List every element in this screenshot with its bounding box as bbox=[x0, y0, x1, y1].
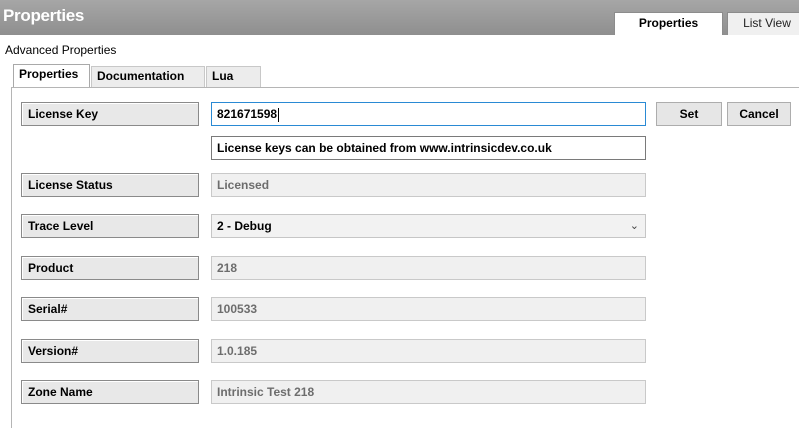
version-label: Version# bbox=[21, 339, 199, 363]
set-button[interactable]: Set bbox=[656, 102, 722, 126]
window-title: Properties bbox=[3, 6, 85, 25]
zone-name-field: Intrinsic Test 218 bbox=[211, 380, 646, 404]
product-label: Product bbox=[21, 256, 199, 280]
trace-level-select[interactable]: 2 - Debug ⌄ bbox=[211, 214, 646, 238]
serial-label: Serial# bbox=[21, 297, 199, 321]
trace-level-value: 2 - Debug bbox=[217, 219, 272, 233]
section-label: Advanced Properties bbox=[5, 43, 117, 57]
trace-level-label: Trace Level bbox=[21, 214, 199, 238]
title-bar: Properties Properties List View bbox=[0, 0, 799, 35]
tab-lua[interactable]: Lua bbox=[206, 66, 261, 87]
cancel-button[interactable]: Cancel bbox=[727, 102, 791, 126]
tab-strip: Properties Documentation Lua bbox=[0, 64, 799, 87]
license-status-field: Licensed bbox=[211, 173, 646, 197]
license-hint-text: License keys can be obtained from www.in… bbox=[211, 136, 646, 160]
license-key-label: License Key bbox=[21, 102, 199, 126]
license-key-value: 821671598 bbox=[217, 107, 278, 121]
view-tab-list-view[interactable]: List View bbox=[727, 12, 799, 35]
license-status-label: License Status bbox=[21, 173, 199, 197]
zone-name-label: Zone Name bbox=[21, 380, 199, 404]
tab-properties[interactable]: Properties bbox=[13, 64, 90, 87]
product-field: 218 bbox=[211, 256, 646, 280]
chevron-down-icon[interactable]: ⌄ bbox=[630, 215, 639, 237]
text-caret bbox=[278, 107, 280, 122]
tab-documentation[interactable]: Documentation bbox=[91, 66, 205, 87]
license-key-input[interactable]: 821671598 bbox=[211, 102, 646, 126]
view-tab-properties[interactable]: Properties bbox=[614, 12, 723, 35]
serial-field: 100533 bbox=[211, 297, 646, 321]
version-field: 1.0.185 bbox=[211, 339, 646, 363]
